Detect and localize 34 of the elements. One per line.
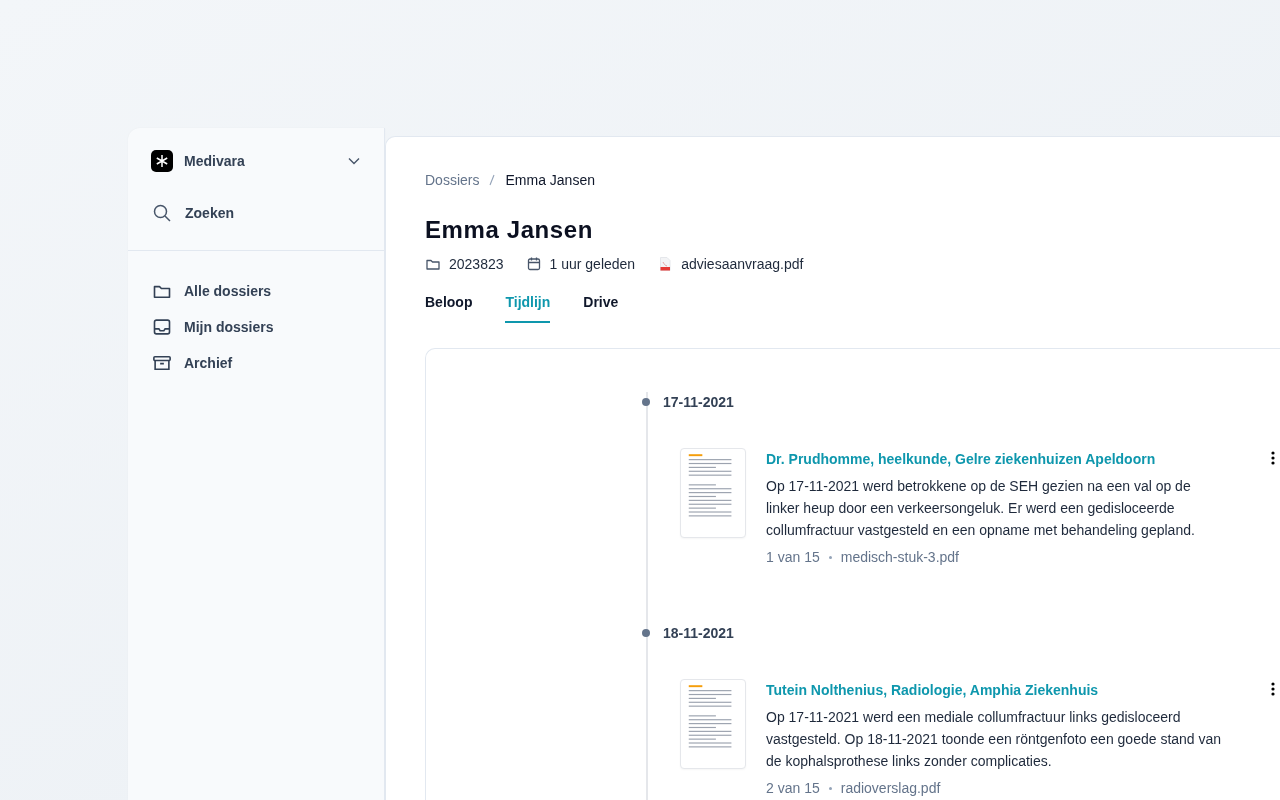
timeline-dot (642, 629, 650, 637)
page-count: 1 van 15 (766, 549, 820, 565)
timeline-date: 18-11-2021 (663, 625, 734, 641)
time-ago: 1 uur geleden (549, 256, 636, 272)
timeline-dot (642, 398, 650, 406)
attachment-name: adviesaanvraag.pdf (681, 256, 804, 272)
tab[interactable]: Beloop (425, 294, 473, 323)
file-name: medisch-stuk-3.pdf (840, 549, 959, 565)
separator-dot (828, 786, 832, 790)
sidebar-item[interactable]: Archief (151, 350, 361, 376)
separator-dot (828, 555, 832, 559)
search-icon (152, 203, 172, 223)
sidebar-item[interactable]: Mijn dossiers (151, 314, 361, 340)
inbox-icon (152, 317, 172, 337)
pdf-file-icon (657, 256, 674, 272)
timeline-date: 17-11-2021 (663, 394, 734, 410)
sidebar-item[interactable]: Alle dossiers (151, 278, 361, 304)
page-count: 2 van 15 (766, 780, 820, 796)
breadcrumb-link[interactable]: Dossiers (425, 172, 480, 188)
archive-icon (152, 353, 172, 373)
page-title: Emma Jansen (425, 215, 594, 245)
calendar-icon (525, 256, 542, 272)
document-thumbnail[interactable] (680, 448, 746, 538)
file-name: radioverslag.pdf (840, 780, 941, 796)
document-summary: Op 17-11-2021 werd betrokkene op de SEH gezien na een val op de linker heup door een verkeersongeluk. Er werd een gedisloceerde collumfractuur vastgesteld en een opname met behandeling gepland. (766, 477, 1196, 540)
tab[interactable]: Drive (583, 294, 619, 323)
breadcrumb-separator-icon (489, 174, 496, 186)
document-thumbnail[interactable] (680, 679, 746, 769)
search-button[interactable]: Zoeken (151, 200, 234, 226)
dossier-number: 2023823 (449, 256, 504, 272)
breadcrumb-current: Emma Jansen (505, 172, 595, 188)
document-summary: Op 17-11-2021 werd een mediale collumfractuur links gedisloceerd vastgesteld. Op 18-11-2021 toonde een röntgenfoto een goede stand van de kophalsprothese links zonder complicaties. (766, 708, 1223, 771)
workspace-switcher[interactable]: Medivara (151, 148, 361, 174)
asterisk-logo-icon (151, 150, 173, 172)
